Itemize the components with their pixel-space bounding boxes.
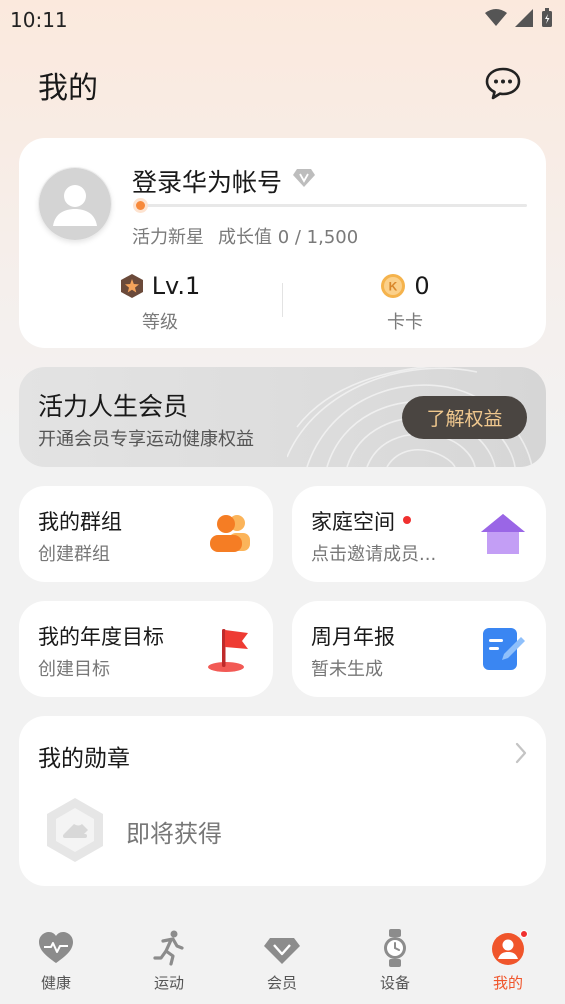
level-value: Lv.1 — [151, 272, 201, 300]
level-badge-icon — [120, 274, 143, 298]
profile-card[interactable]: 登录华为帐号 活力新星 成长值 0 / 1,500 Lv.1 等级 K 0 卡卡 — [19, 138, 546, 348]
watch-icon — [384, 929, 406, 967]
messages-button[interactable] — [483, 63, 523, 103]
flag-icon — [208, 629, 248, 672]
tab-me[interactable]: 我的 — [458, 928, 558, 993]
badges-card[interactable]: 我的勋章 即将获得 — [19, 716, 546, 886]
status-bar: 10:11 — [0, 0, 565, 40]
learn-benefits-button[interactable]: 了解权益 — [402, 396, 527, 439]
home-icon — [481, 514, 525, 554]
membership-title: 活力人生会员 — [38, 392, 189, 421]
signal-icon — [515, 9, 533, 27]
group-icon — [210, 515, 250, 552]
growth-progress-indicator — [136, 201, 145, 210]
stat-divider — [282, 283, 283, 317]
running-icon — [153, 930, 184, 966]
badges-placeholder: 即将获得 — [126, 820, 222, 848]
my-groups-tile[interactable]: 我的群组 创建群组 — [19, 486, 273, 582]
tab-membership[interactable]: 会员 — [232, 928, 332, 993]
tab-health[interactable]: 健康 — [6, 928, 106, 993]
my-groups-subtitle: 创建群组 — [38, 544, 110, 565]
level-name: 活力新星 — [132, 227, 204, 248]
tab-devices[interactable]: 设备 — [345, 928, 445, 993]
growth-progress-bar — [135, 204, 527, 207]
membership-subtitle: 开通会员专享运动健康权益 — [38, 429, 254, 450]
tab-health-label: 健康 — [40, 974, 71, 992]
diamond-icon — [293, 169, 315, 187]
heart-icon — [39, 932, 73, 963]
default-avatar-icon — [39, 168, 111, 240]
report-icon — [483, 628, 525, 670]
family-space-label: 家庭空间 — [311, 510, 395, 534]
battery-icon — [542, 8, 552, 27]
family-space-subtitle: 点击邀请成员... — [311, 544, 437, 565]
coins-stat[interactable]: K 0 卡卡 — [305, 270, 505, 334]
page-header: 我的 — [0, 55, 565, 111]
wifi-icon — [485, 9, 507, 26]
tab-me-label: 我的 — [492, 974, 523, 992]
family-space-tile[interactable]: 家庭空间 点击邀请成员... — [292, 486, 546, 582]
login-account-link[interactable]: 登录华为帐号 — [132, 163, 282, 199]
chevron-right-icon[interactable] — [514, 742, 528, 764]
badges-title: 我的勋章 — [38, 746, 130, 772]
status-icons — [485, 8, 553, 28]
reports-subtitle: 暂未生成 — [311, 659, 383, 680]
coins-value: 0 — [414, 272, 430, 300]
membership-banner[interactable]: 活力人生会员 开通会员专享运动健康权益 了解权益 — [19, 367, 546, 467]
annual-goal-subtitle: 创建目标 — [38, 659, 110, 680]
coin-icon: K — [381, 274, 406, 298]
tab-exercise-label: 运动 — [153, 974, 184, 992]
status-time: 10:11 — [10, 8, 68, 32]
level-label: 等级 — [142, 312, 178, 333]
notification-dot — [520, 930, 528, 938]
page-title: 我的 — [38, 71, 98, 106]
annual-goal-tile[interactable]: 我的年度目标 创建目标 — [19, 601, 273, 697]
reports-tile[interactable]: 周月年报 暂未生成 — [292, 601, 546, 697]
annual-goal-title: 我的年度目标 — [38, 625, 164, 649]
level-stat[interactable]: Lv.1 等级 — [60, 270, 260, 334]
my-groups-title: 我的群组 — [38, 510, 122, 534]
bottom-tab-bar: 健康 运动 会员 设备 我的 — [0, 918, 565, 1004]
chat-bubble-icon — [485, 67, 521, 100]
avatar[interactable] — [39, 168, 111, 240]
coins-label: 卡卡 — [387, 312, 423, 333]
reports-title: 周月年报 — [311, 625, 395, 649]
svg-text:K: K — [389, 280, 398, 294]
diamond-icon — [264, 938, 300, 964]
tab-membership-label: 会员 — [266, 974, 297, 992]
level-info: 活力新星 成长值 0 / 1,500 — [132, 223, 358, 249]
medal-icon — [47, 798, 103, 862]
family-space-title: 家庭空间 — [311, 506, 411, 536]
tab-devices-label: 设备 — [379, 974, 410, 992]
growth-value: 成长值 0 / 1,500 — [218, 227, 359, 248]
tab-exercise[interactable]: 运动 — [119, 928, 219, 993]
notification-dot — [403, 516, 411, 524]
